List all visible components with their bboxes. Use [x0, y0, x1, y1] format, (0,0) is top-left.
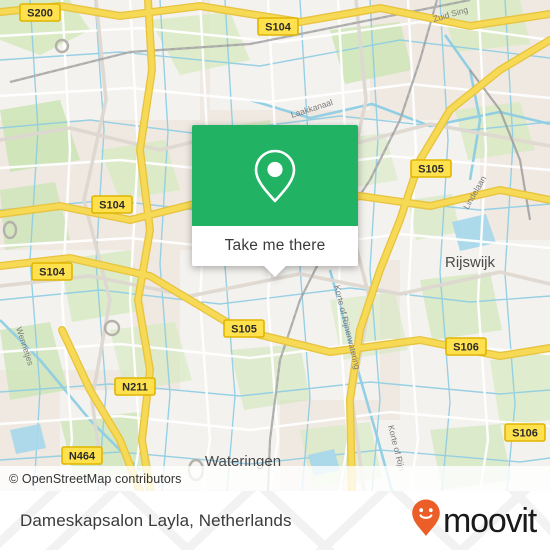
svg-text:N211: N211 — [122, 382, 148, 394]
location-title: Dameskapsalon Layla, Netherlands — [20, 510, 292, 530]
shield: S104 — [257, 17, 299, 36]
shield: N211 — [114, 377, 156, 396]
svg-text:S104: S104 — [39, 267, 66, 279]
map-pin-icon — [252, 148, 298, 204]
shield: S200 — [19, 3, 61, 22]
svg-text:N464: N464 — [69, 451, 96, 463]
osm-attribution-text[interactable]: © OpenStreetMap contributors — [9, 472, 182, 486]
take-me-there-label: Take me there — [224, 237, 326, 254]
shield: S105 — [410, 159, 452, 178]
svg-text:S200: S200 — [27, 8, 53, 20]
moovit-logo[interactable]: moovit — [411, 498, 537, 543]
svg-text:S104: S104 — [99, 200, 126, 212]
shield: S106 — [504, 423, 546, 442]
shield: S105 — [223, 319, 265, 338]
shield: S104 — [31, 262, 73, 281]
shield: N464 — [61, 446, 103, 465]
popup-pointer-tail — [264, 266, 286, 277]
moovit-pin-smile-icon — [411, 498, 441, 543]
svg-text:S106: S106 — [453, 342, 479, 354]
map-attribution-bar: © OpenStreetMap contributors — [0, 466, 550, 491]
svg-text:S105: S105 — [231, 324, 257, 336]
footer-bar: Dameskapsalon Layla, Netherlands moovit — [0, 491, 550, 550]
svg-text:S105: S105 — [418, 164, 444, 176]
moovit-map-screen: .grn { fill:#d4e9bd; } .grn2 { fill:#c9e… — [0, 0, 550, 550]
svg-text:S104: S104 — [265, 22, 292, 34]
place-label-rijswijk: Rijswijk — [445, 254, 495, 271]
shield: S106 — [445, 337, 487, 356]
popup-cta-panel[interactable]: Take me there — [192, 226, 358, 277]
popup-icon-panel — [192, 125, 358, 226]
take-me-there-popup[interactable]: Take me there — [192, 125, 358, 277]
svg-text:S106: S106 — [512, 428, 538, 440]
moovit-wordmark: moovit — [443, 501, 537, 540]
shield: S104 — [91, 195, 133, 214]
